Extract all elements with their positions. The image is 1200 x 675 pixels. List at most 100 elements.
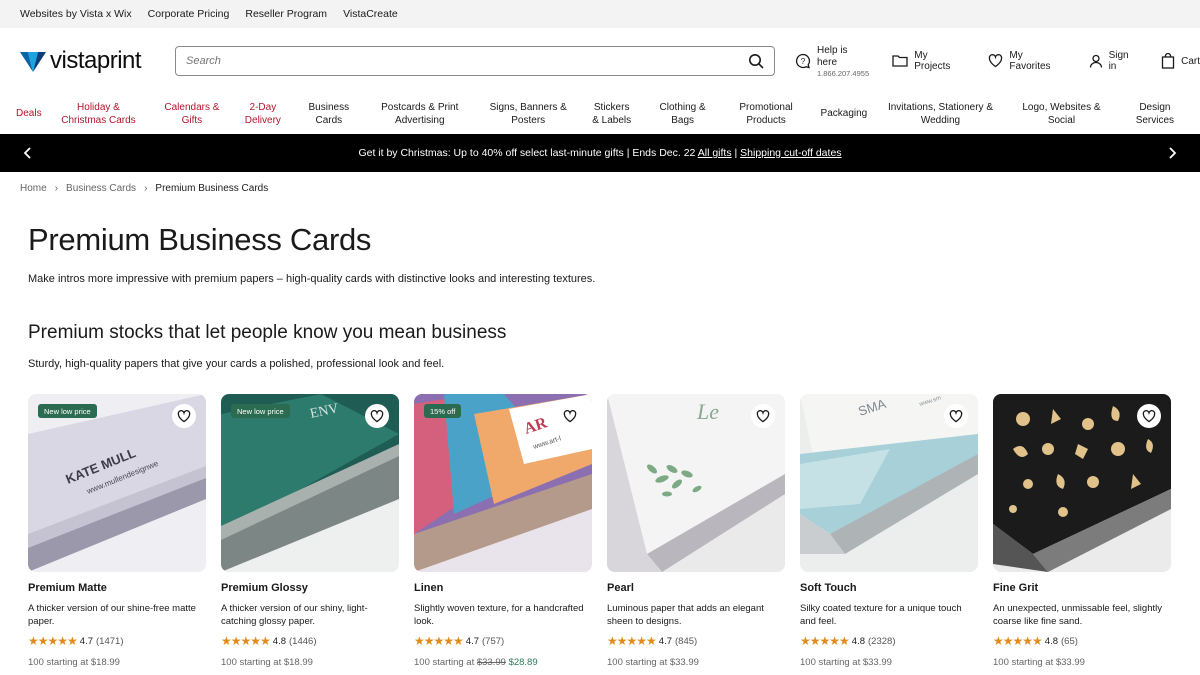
- nav-item[interactable]: 2-Day Delivery: [235, 101, 290, 128]
- review-count[interactable]: (2328): [868, 636, 895, 647]
- favorite-heart-icon[interactable]: [172, 404, 196, 428]
- nav-item[interactable]: Promotional Products: [726, 101, 806, 128]
- promo-link-shipping[interactable]: Shipping cut-off dates: [740, 147, 841, 159]
- util-link-reseller[interactable]: Reseller Program: [245, 8, 327, 20]
- rating-value: 4.8: [1044, 635, 1059, 647]
- search-input[interactable]: [186, 55, 748, 67]
- nav-item[interactable]: Signs, Banners & Posters: [481, 101, 576, 128]
- sign-in-link[interactable]: Sign in: [1089, 50, 1140, 72]
- nav-item[interactable]: Calendars & Gifts: [157, 101, 227, 128]
- product-description: Luminous paper that adds an elegant shee…: [607, 603, 764, 628]
- rating-value: 4.7: [79, 635, 94, 647]
- product-card[interactable]: AR www.art-l 15% off Linen Slightly woven…: [414, 394, 592, 668]
- product-card[interactable]: ENV New low price Premium Glossy A thick…: [221, 394, 399, 668]
- promo-banner: Get it by Christmas: Up to 40% off selec…: [0, 134, 1200, 172]
- review-count[interactable]: (757): [482, 636, 504, 647]
- product-card[interactable]: Fine Grit An unexpected, unmissable feel…: [993, 394, 1171, 668]
- star-rating-icon: ★★★★★: [221, 634, 271, 648]
- product-price: 100 starting at $33.99: [993, 657, 1171, 668]
- product-rating: ★★★★★ 4.8 (2328): [800, 634, 978, 648]
- product-title[interactable]: Fine Grit: [993, 582, 1171, 594]
- vistaprint-logo[interactable]: vistaprint: [20, 47, 175, 75]
- nav-item[interactable]: Invitations, Stationery & Wedding: [878, 101, 1003, 128]
- star-rating-icon: ★★★★★: [800, 634, 850, 648]
- favorite-heart-icon[interactable]: [558, 404, 582, 428]
- review-count[interactable]: (65): [1061, 636, 1078, 647]
- review-count[interactable]: (1446): [289, 636, 316, 647]
- nav-item[interactable]: Clothing & Bags: [648, 101, 718, 128]
- price-prefix: 100 starting at: [607, 657, 670, 668]
- nav-item[interactable]: Logo, Websites & Social: [1011, 101, 1111, 128]
- nav-item[interactable]: Business Cards: [299, 101, 359, 128]
- product-image[interactable]: SMA www.sm: [800, 394, 978, 572]
- price: $18.99: [90, 657, 120, 668]
- product-image[interactable]: [993, 394, 1171, 572]
- breadcrumb-home[interactable]: Home: [20, 183, 47, 194]
- promo-badge: 15% off: [424, 404, 462, 418]
- rating-value: 4.8: [851, 635, 866, 647]
- search-box[interactable]: [175, 46, 775, 76]
- product-title[interactable]: Premium Matte: [28, 582, 206, 594]
- product-price: 100 starting at $33.99 $28.89: [414, 657, 592, 668]
- help-link[interactable]: ? Help is here 1.866.207.4955: [795, 45, 870, 78]
- breadcrumb-current: Premium Business Cards: [155, 183, 269, 194]
- my-favorites-link[interactable]: My Favorites: [988, 50, 1066, 72]
- nav-item[interactable]: Packaging: [815, 107, 870, 121]
- chevron-right-icon[interactable]: [1164, 145, 1180, 161]
- util-link-corporate[interactable]: Corporate Pricing: [148, 8, 230, 20]
- product-price: 100 starting at $18.99: [221, 657, 399, 668]
- product-price: 100 starting at $33.99: [607, 657, 785, 668]
- review-count[interactable]: (1471): [96, 636, 123, 647]
- review-count[interactable]: (845): [675, 636, 697, 647]
- chevron-right-icon: ›: [54, 183, 59, 194]
- nav-item[interactable]: Deals: [10, 107, 42, 121]
- help-chat-icon: ?: [795, 53, 811, 69]
- product-description: A thicker version of our shiny, light-ca…: [221, 603, 368, 628]
- price: $33.99: [1055, 657, 1085, 668]
- sign-in-label: Sign in: [1108, 50, 1129, 72]
- favorite-heart-icon[interactable]: [944, 404, 968, 428]
- search-icon[interactable]: [748, 53, 764, 69]
- product-image[interactable]: ENV New low price: [221, 394, 399, 572]
- star-rating-icon: ★★★★★: [993, 634, 1043, 648]
- promo-message: Get it by Christmas: Up to 40% off selec…: [358, 147, 696, 159]
- product-title[interactable]: Linen: [414, 582, 592, 594]
- product-title[interactable]: Premium Glossy: [221, 582, 399, 594]
- my-projects-label: My Projects: [914, 50, 951, 72]
- promo-link-all-gifts[interactable]: All gifts: [698, 147, 732, 159]
- product-card[interactable]: SMA www.sm Soft Touch Silky coated textur…: [800, 394, 978, 668]
- help-phone[interactable]: 1.866.207.4955: [817, 69, 870, 78]
- nav-item[interactable]: Postcards & Print Advertising: [367, 101, 472, 128]
- user-icon: [1089, 54, 1102, 68]
- main-nav: Deals Holiday & Christmas Cards Calendars …: [0, 94, 1200, 134]
- favorite-heart-icon[interactable]: [365, 404, 389, 428]
- price: $33.99: [862, 657, 892, 668]
- nav-item[interactable]: Holiday & Christmas Cards: [48, 101, 148, 128]
- nav-item[interactable]: Stickers & Labels: [584, 101, 639, 128]
- chevron-left-icon[interactable]: [20, 145, 36, 161]
- product-card[interactable]: Le Pearl Luminous paper that adds an ele…: [607, 394, 785, 668]
- promo-text: Get it by Christmas: Up to 40% off selec…: [358, 147, 841, 159]
- nav-item[interactable]: Design Services: [1120, 101, 1190, 128]
- product-image[interactable]: Le: [607, 394, 785, 572]
- util-link-wix[interactable]: Websites by Vista x Wix: [20, 8, 132, 20]
- section-subtitle: Sturdy, high-quality papers that give yo…: [28, 358, 445, 370]
- breadcrumb-business-cards[interactable]: Business Cards: [66, 183, 136, 194]
- util-link-vistacreate[interactable]: VistaCreate: [343, 8, 398, 20]
- favorite-heart-icon[interactable]: [751, 404, 775, 428]
- product-title[interactable]: Pearl: [607, 582, 785, 594]
- price-prefix: 100 starting at: [993, 657, 1056, 668]
- product-image[interactable]: AR www.art-l 15% off: [414, 394, 592, 572]
- sale-price: $28.89: [508, 657, 538, 668]
- product-title[interactable]: Soft Touch: [800, 582, 978, 594]
- svg-text:?: ?: [801, 57, 806, 66]
- promo-badge: New low price: [38, 404, 97, 418]
- breadcrumb: Home › Business Cards › Premium Business…: [20, 183, 268, 194]
- product-image[interactable]: KATE MULL www.mullendesignwe New low pric…: [28, 394, 206, 572]
- price: $33.99: [669, 657, 699, 668]
- product-card[interactable]: KATE MULL www.mullendesignwe New low pric…: [28, 394, 206, 668]
- my-projects-link[interactable]: My Projects: [892, 50, 966, 72]
- cart-link[interactable]: Cart: [1161, 53, 1200, 69]
- promo-divider: |: [734, 147, 738, 159]
- favorite-heart-icon[interactable]: [1137, 404, 1161, 428]
